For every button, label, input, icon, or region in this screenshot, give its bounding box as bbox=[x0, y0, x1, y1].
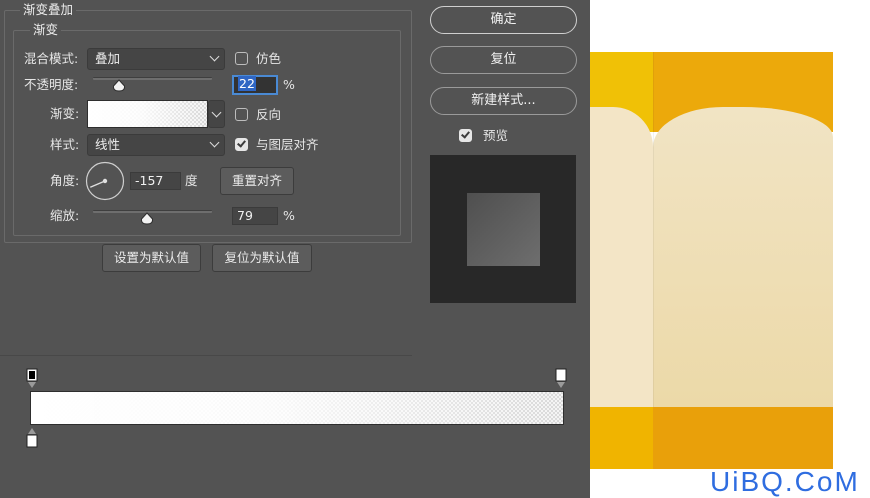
style-value: 线性 bbox=[95, 137, 121, 152]
artwork-cream-wave-right bbox=[653, 107, 833, 407]
checkmark-icon bbox=[237, 138, 246, 148]
opacity-slider-thumb[interactable] bbox=[112, 79, 126, 92]
dither-checkbox[interactable] bbox=[235, 52, 248, 65]
style-select[interactable]: 线性 bbox=[87, 134, 225, 156]
scale-unit: % bbox=[283, 208, 295, 223]
blend-mode-select[interactable]: 叠加 bbox=[87, 48, 225, 70]
artwork-image bbox=[590, 52, 833, 469]
editor-divider bbox=[0, 355, 412, 356]
preview-label: 预览 bbox=[483, 128, 509, 143]
angle-dial[interactable] bbox=[85, 161, 125, 201]
angle-input[interactable]: -157 bbox=[130, 172, 181, 190]
reset-default-button[interactable]: 复位为默认值 bbox=[212, 244, 312, 272]
gradient-label: 渐变: bbox=[50, 106, 80, 121]
gradient-bar[interactable] bbox=[30, 391, 564, 425]
reverse-checkbox[interactable] bbox=[235, 108, 248, 121]
opacity-input[interactable]: 22 bbox=[232, 75, 278, 95]
document-canvas: UiBQ.CoM bbox=[590, 0, 870, 498]
artwork-orange-band-bottom-right bbox=[653, 407, 833, 469]
section-title: 渐变叠加 bbox=[20, 2, 77, 18]
opacity-value: 22 bbox=[238, 76, 256, 91]
align-with-layer-label: 与图层对齐 bbox=[256, 137, 319, 152]
scale-input[interactable]: 79 bbox=[232, 207, 278, 225]
layer-style-dialog: 渐变叠加 渐变 混合模式: 叠加 仿色 不透明度: 22 % 渐变: 反向 样式… bbox=[0, 0, 590, 498]
ok-button[interactable]: 确定 bbox=[430, 6, 577, 34]
gradient-picker-dropdown[interactable] bbox=[208, 100, 225, 128]
angle-unit: 度 bbox=[185, 173, 198, 188]
scale-slider-thumb[interactable] bbox=[140, 212, 154, 225]
blend-mode-label: 混合模式: bbox=[24, 51, 79, 66]
scale-label: 缩放: bbox=[50, 208, 80, 223]
gradient-preview-swatch[interactable] bbox=[87, 100, 208, 128]
checkmark-icon bbox=[461, 129, 470, 139]
set-default-button[interactable]: 设置为默认值 bbox=[102, 244, 201, 272]
chevron-down-icon bbox=[209, 51, 220, 62]
opacity-slider-track[interactable] bbox=[93, 77, 212, 80]
angle-center-dot-icon bbox=[102, 178, 108, 184]
reverse-label: 反向 bbox=[256, 107, 282, 122]
preview-checkbox[interactable] bbox=[459, 129, 472, 142]
opacity-stop-right[interactable] bbox=[555, 368, 567, 390]
opacity-stop-left[interactable] bbox=[26, 368, 38, 390]
color-stop-left[interactable] bbox=[26, 427, 38, 449]
opacity-label: 不透明度: bbox=[24, 77, 79, 92]
reset-alignment-button[interactable]: 重置对齐 bbox=[220, 167, 294, 195]
opacity-unit: % bbox=[283, 77, 295, 92]
style-preview-box bbox=[430, 155, 576, 303]
chevron-down-icon bbox=[209, 137, 220, 148]
subsection-title: 渐变 bbox=[30, 22, 62, 38]
artwork-yellow-band-bottom-left bbox=[590, 407, 653, 469]
style-preview-swatch bbox=[467, 193, 540, 266]
reset-button[interactable]: 复位 bbox=[430, 46, 577, 74]
dither-label: 仿色 bbox=[256, 51, 282, 66]
angle-label: 角度: bbox=[50, 173, 80, 188]
artwork-cream-wave-left bbox=[590, 107, 653, 407]
style-label: 样式: bbox=[50, 137, 80, 152]
watermark-text: UiBQ.CoM bbox=[710, 466, 860, 497]
align-with-layer-checkbox[interactable] bbox=[235, 138, 248, 151]
chevron-down-icon bbox=[211, 107, 222, 118]
blend-mode-value: 叠加 bbox=[95, 51, 121, 66]
new-style-button[interactable]: 新建样式... bbox=[430, 87, 577, 115]
